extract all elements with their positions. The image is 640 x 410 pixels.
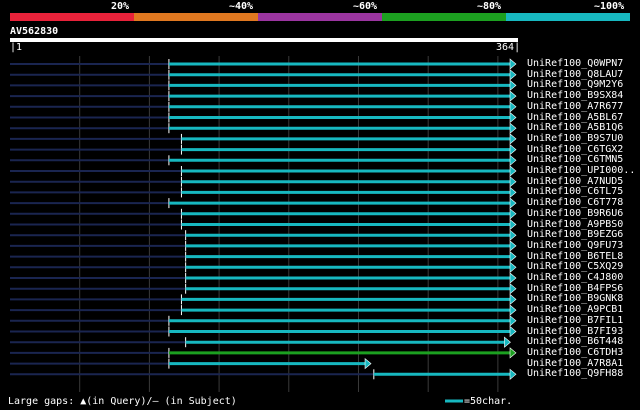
hit-label[interactable]: UniRef100_Q9M2Y6	[527, 80, 623, 90]
hit-label[interactable]: UniRef100_Q0WPN7	[527, 59, 623, 69]
scale-label: =50char.	[464, 396, 513, 407]
hit-arrow-icon	[509, 261, 517, 273]
hit-label[interactable]: UniRef100_C6TGX2	[527, 144, 623, 155]
gap-legend: Large gaps: ▲(in Query)/– (in Subject)	[8, 396, 237, 407]
hit-arrow-icon	[509, 293, 517, 306]
hit-label[interactable]: UniRef100_B9EZG6	[527, 230, 623, 240]
hit-label[interactable]: UniRef100_Q9FH88	[527, 369, 623, 379]
hit-label[interactable]: UniRef100_B7FIL1	[527, 315, 623, 326]
hit-arrow-icon	[509, 325, 517, 338]
hit-arrow-icon	[509, 240, 517, 252]
hit-label[interactable]: UniRef100_UPI000..	[527, 166, 635, 176]
hit-arrow-icon	[509, 143, 517, 156]
hit-label[interactable]: UniRef100_A9PCB1	[527, 305, 623, 315]
hit-arrow-icon	[509, 283, 517, 295]
hit-label[interactable]: UniRef100_C6TDH3	[527, 347, 623, 358]
hit-label[interactable]: UniRef100_C5XQ29	[527, 262, 623, 272]
hit-label[interactable]: UniRef100_B6T448	[527, 337, 623, 347]
hit-label[interactable]: UniRef100_B9SX84	[527, 91, 623, 101]
hit-arrow-icon	[509, 304, 517, 316]
hit-label[interactable]: UniRef100_B9GNK8	[527, 294, 623, 304]
hit-arrow-icon	[509, 58, 517, 70]
hit-label[interactable]: UniRef100_C6T778	[527, 198, 623, 208]
hit-arrow-icon	[509, 315, 517, 327]
hit-arrow-icon	[509, 122, 517, 134]
hit-label[interactable]: UniRef100_Q8LAU7	[527, 69, 623, 80]
hit-label[interactable]: UniRef100_B9S7U0	[527, 133, 623, 144]
hit-label[interactable]: UniRef100_B6TEL8	[527, 251, 623, 262]
hit-label[interactable]: UniRef100_A9PBS0	[527, 219, 623, 230]
hit-label[interactable]: UniRef100_C6TL75	[527, 187, 623, 197]
hit-arrow-icon	[509, 133, 517, 145]
hit-arrow-icon	[504, 336, 511, 348]
hit-arrow-icon	[509, 250, 517, 263]
hit-arrow-icon	[364, 357, 372, 370]
hit-arrow-icon	[509, 208, 517, 220]
scale-bar	[445, 399, 463, 403]
hit-label[interactable]: UniRef100_A7R677	[527, 101, 623, 112]
hit-arrow-icon	[509, 69, 517, 81]
hit-label[interactable]: UniRef100_A5B1Q6	[527, 123, 623, 133]
scale-legend: =50char.	[444, 396, 512, 407]
hit-arrow-icon	[509, 111, 517, 124]
hit-arrow-icon	[509, 347, 517, 359]
hit-arrow-icon	[509, 272, 517, 284]
hit-label[interactable]: UniRef100_B9R6U6	[527, 208, 623, 219]
hit-arrow-icon	[509, 79, 517, 92]
hit-arrow-icon	[509, 90, 517, 102]
hit-arrow-icon	[509, 176, 517, 188]
hit-arrow-icon	[509, 218, 517, 231]
hit-arrow-icon	[509, 101, 517, 113]
hit-arrow-icon	[509, 186, 517, 199]
hit-label[interactable]: UniRef100_B4FPS6	[527, 283, 623, 294]
hit-arrow-icon	[509, 154, 517, 166]
hit-label[interactable]: UniRef100_Q9FU73	[527, 240, 623, 251]
hit-arrow-icon	[509, 165, 517, 177]
hit-label[interactable]: UniRef100_B7FI93	[527, 326, 623, 337]
hit-label[interactable]: UniRef100_A7R8A1	[527, 358, 623, 369]
hit-label[interactable]: UniRef100_C6TMN5	[527, 155, 623, 165]
hit-label[interactable]: UniRef100_A5BL67	[527, 112, 623, 123]
hit-arrow-icon	[509, 197, 517, 209]
hit-label[interactable]: UniRef100_C4J800	[527, 273, 623, 283]
hit-label[interactable]: UniRef100_A7NUD5	[527, 176, 623, 187]
hit-arrow-icon	[509, 229, 517, 241]
hit-arrow-icon	[509, 368, 517, 380]
